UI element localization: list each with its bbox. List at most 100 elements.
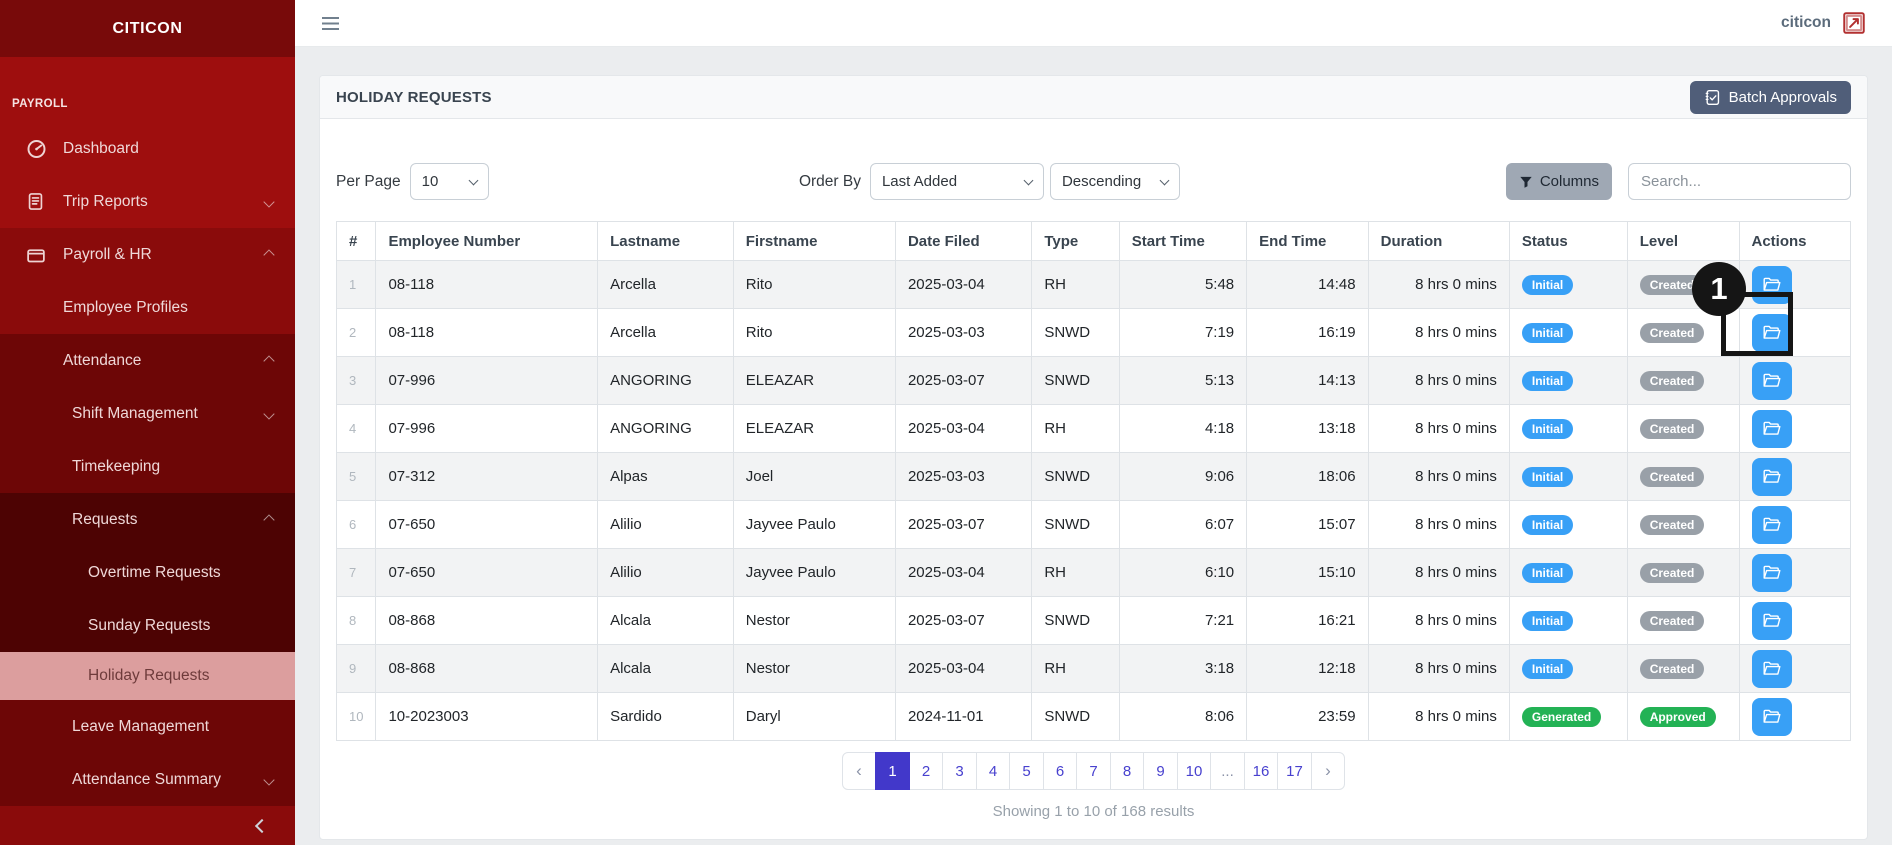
table-row: 307-996ANGORINGELEAZAR2025-03-07SNWD5:13… xyxy=(337,357,1851,405)
cell-actions xyxy=(1739,453,1851,501)
cell-firstname: Jayvee Paulo xyxy=(733,549,895,597)
cell-duration: 8 hrs 0 mins xyxy=(1368,453,1509,501)
sidebar-item-leave-management[interactable]: Leave Management xyxy=(0,700,295,753)
pagination: ‹12345678910...1617› xyxy=(320,752,1867,790)
sidebar-item-holiday-requests[interactable]: Holiday Requests xyxy=(0,652,295,700)
view-request-button[interactable] xyxy=(1752,410,1792,448)
cell-type: SNWD xyxy=(1032,309,1119,357)
cell-actions xyxy=(1739,357,1851,405)
cell-firstname: Jayvee Paulo xyxy=(733,501,895,549)
level-badge: Created xyxy=(1640,419,1705,439)
cell-end_time: 12:18 xyxy=(1247,645,1368,693)
prev-page-button[interactable]: ‹ xyxy=(842,752,877,790)
order-direction-select[interactable]: Descending xyxy=(1050,163,1180,200)
cell-num: 5 xyxy=(337,453,376,501)
view-request-button[interactable] xyxy=(1752,602,1792,640)
cell-end_time: 15:10 xyxy=(1247,549,1368,597)
page-4[interactable]: 4 xyxy=(976,752,1011,790)
order-direction-value: Descending xyxy=(1062,173,1141,190)
cell-duration: 8 hrs 0 mins xyxy=(1368,645,1509,693)
search-input[interactable] xyxy=(1628,163,1851,200)
sidebar-item-payroll-hr[interactable]: Payroll & HR xyxy=(0,228,295,281)
cell-end_time: 16:21 xyxy=(1247,597,1368,645)
holiday-requests-table: #Employee NumberLastnameFirstnameDate Fi… xyxy=(336,221,1851,741)
cell-lastname: ANGORING xyxy=(598,405,734,453)
status-badge: Initial xyxy=(1522,563,1573,583)
cell-end_time: 18:06 xyxy=(1247,453,1368,501)
sidebar-item-label: Trip Reports xyxy=(63,193,148,211)
sidebar-item-dashboard[interactable]: Dashboard xyxy=(0,122,295,175)
batch-approvals-button[interactable]: Batch Approvals xyxy=(1690,81,1851,114)
cell-firstname: Nestor xyxy=(733,597,895,645)
page-16[interactable]: 16 xyxy=(1244,752,1279,790)
cell-level: Created xyxy=(1627,501,1739,549)
cell-level: Created xyxy=(1627,357,1739,405)
cell-employee_number: 07-650 xyxy=(376,501,598,549)
sidebar-item-trip-reports[interactable]: Trip Reports xyxy=(0,175,295,228)
sidebar-item-label: Holiday Requests xyxy=(88,667,209,685)
page-8[interactable]: 8 xyxy=(1110,752,1145,790)
level-badge: Created xyxy=(1640,323,1705,343)
content-area: HOLIDAY REQUESTS Batch Approvals Per Pag… xyxy=(295,47,1892,845)
page-3[interactable]: 3 xyxy=(942,752,977,790)
sidebar-item-employee-profiles[interactable]: Employee Profiles xyxy=(0,281,295,334)
cell-end_time: 23:59 xyxy=(1247,693,1368,741)
page-17[interactable]: 17 xyxy=(1277,752,1312,790)
sidebar-item-sunday-requests[interactable]: Sunday Requests xyxy=(0,599,295,652)
topbar: citicon xyxy=(295,0,1892,47)
sidebar-item-label: Timekeeping xyxy=(72,458,160,476)
sidebar-item-shift-management[interactable]: Shift Management xyxy=(0,387,295,440)
per-page-select[interactable]: 10 xyxy=(410,163,489,200)
page-1[interactable]: 1 xyxy=(875,752,910,790)
cell-date_filed: 2025-03-07 xyxy=(895,357,1031,405)
table-row: 208-118ArcellaRito2025-03-03SNWD7:1916:1… xyxy=(337,309,1851,357)
hamburger-menu-icon[interactable] xyxy=(321,16,340,31)
page-7[interactable]: 7 xyxy=(1076,752,1111,790)
sidebar-item-timekeeping[interactable]: Timekeeping xyxy=(0,440,295,493)
gauge-icon xyxy=(26,138,48,159)
holiday-requests-card: HOLIDAY REQUESTS Batch Approvals Per Pag… xyxy=(319,75,1868,840)
sidebar-nav: PAYROLL DashboardTrip ReportsPayroll & H… xyxy=(0,57,295,806)
column-header-status: Status xyxy=(1509,222,1627,261)
table-body: 108-118ArcellaRito2025-03-04RH5:4814:488… xyxy=(337,261,1851,741)
next-page-button[interactable]: › xyxy=(1311,752,1346,790)
cell-start_time: 5:13 xyxy=(1119,357,1246,405)
sidebar-item-overtime-requests[interactable]: Overtime Requests xyxy=(0,546,295,599)
view-request-button[interactable] xyxy=(1752,698,1792,736)
cell-firstname: ELEAZAR xyxy=(733,405,895,453)
cell-num: 3 xyxy=(337,357,376,405)
cell-type: SNWD xyxy=(1032,693,1119,741)
cell-level: Approved xyxy=(1627,693,1739,741)
order-by-value: Last Added xyxy=(882,173,957,190)
cell-start_time: 6:07 xyxy=(1119,501,1246,549)
page-5[interactable]: 5 xyxy=(1009,752,1044,790)
page-6[interactable]: 6 xyxy=(1043,752,1078,790)
page-2[interactable]: 2 xyxy=(909,752,944,790)
cell-status: Initial xyxy=(1509,597,1627,645)
chevron-down-icon xyxy=(1160,175,1170,185)
sidebar-item-label: Payroll & HR xyxy=(63,246,152,264)
sidebar-item-attendance-summary[interactable]: Attendance Summary xyxy=(0,753,295,806)
folder-open-icon xyxy=(1763,565,1781,580)
cell-employee_number: 07-996 xyxy=(376,357,598,405)
view-request-button[interactable] xyxy=(1752,362,1792,400)
cell-firstname: Joel xyxy=(733,453,895,501)
sidebar-item-label: Overtime Requests xyxy=(88,564,221,582)
order-by-select[interactable]: Last Added xyxy=(870,163,1044,200)
sidebar-item-attendance[interactable]: Attendance xyxy=(0,334,295,387)
page-9[interactable]: 9 xyxy=(1143,752,1178,790)
cell-start_time: 7:21 xyxy=(1119,597,1246,645)
status-badge: Generated xyxy=(1522,707,1601,727)
page-10[interactable]: 10 xyxy=(1177,752,1212,790)
citicon-logo-icon[interactable] xyxy=(1841,10,1867,36)
sidebar-item-requests[interactable]: Requests xyxy=(0,493,295,546)
view-request-button[interactable] xyxy=(1752,650,1792,688)
cell-date_filed: 2025-03-03 xyxy=(895,309,1031,357)
view-request-button[interactable] xyxy=(1752,458,1792,496)
view-request-button[interactable] xyxy=(1752,554,1792,592)
view-request-button[interactable] xyxy=(1752,506,1792,544)
per-page-value: 10 xyxy=(422,173,439,190)
status-badge: Initial xyxy=(1522,515,1573,535)
sidebar-collapse-button[interactable] xyxy=(0,806,295,845)
columns-button[interactable]: Columns xyxy=(1506,163,1612,200)
